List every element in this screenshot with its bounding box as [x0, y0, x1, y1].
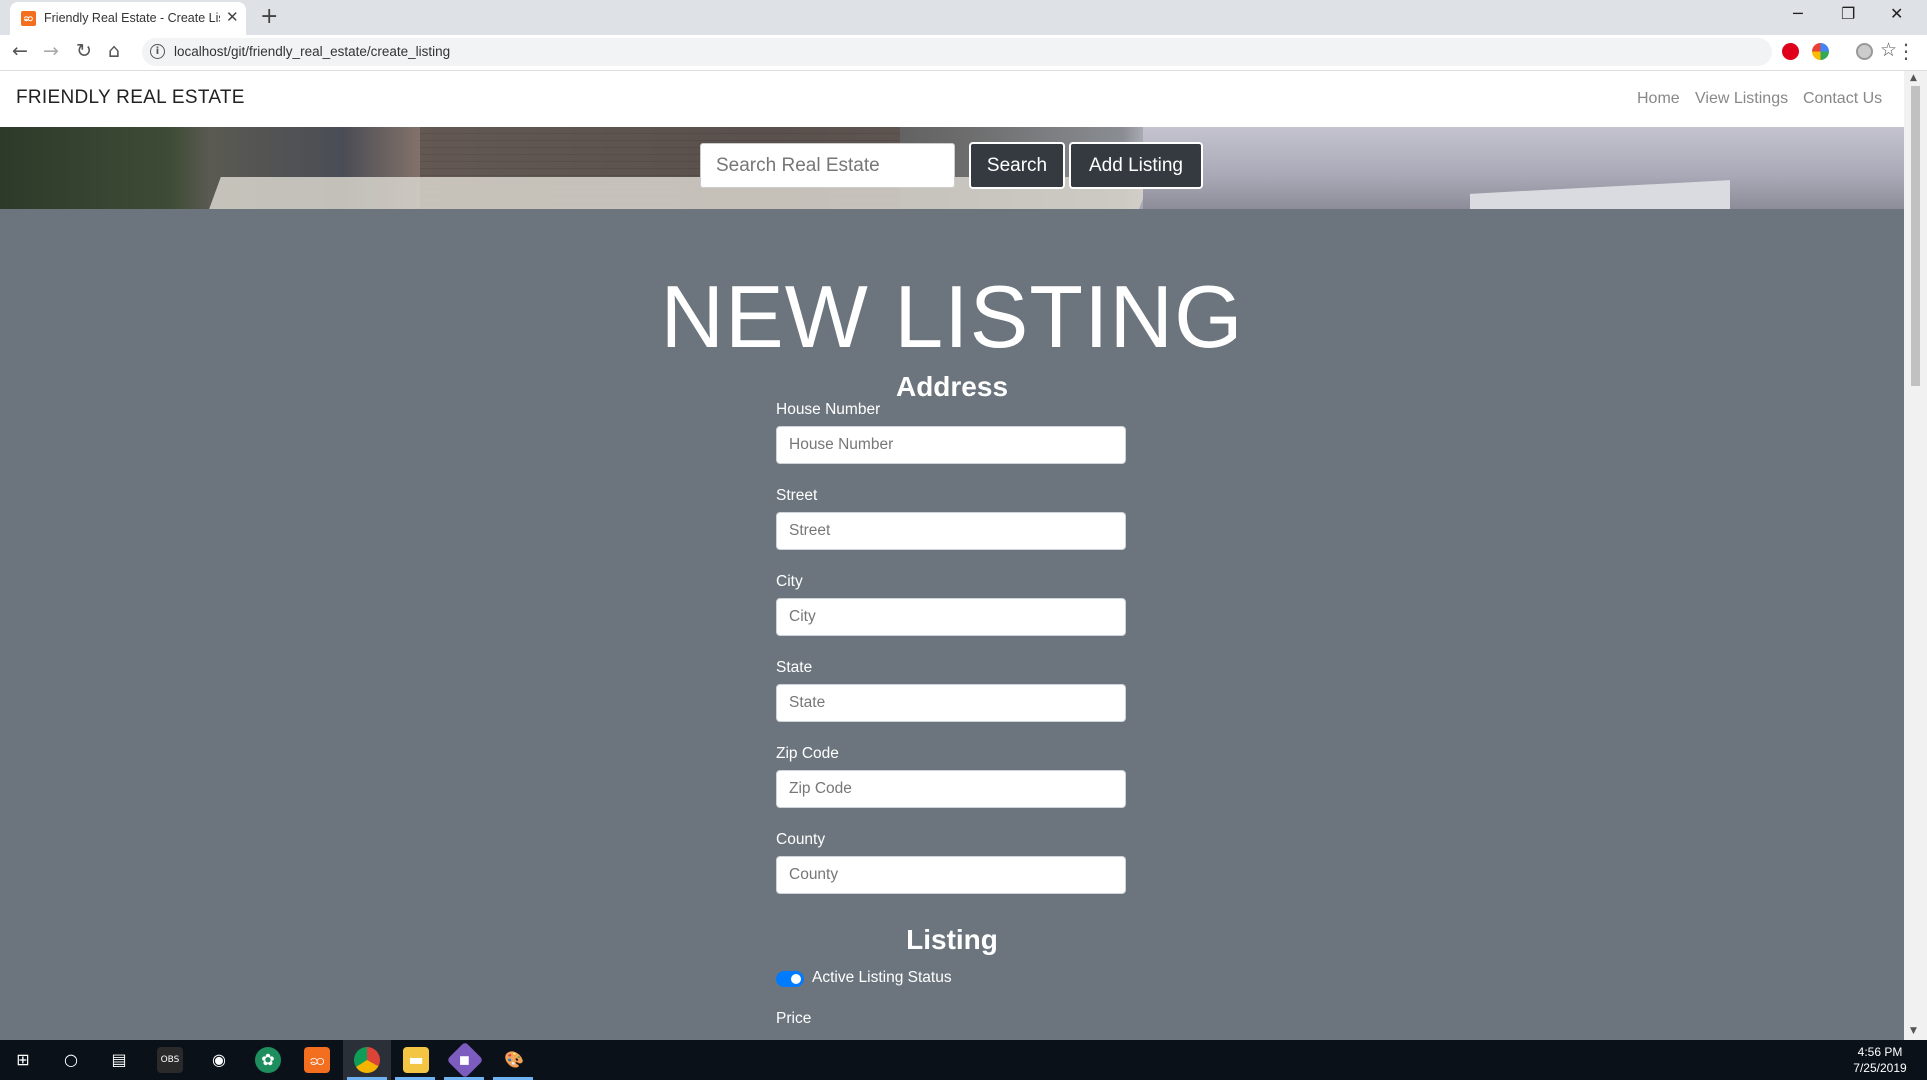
windows-taskbar: ⊞ ○ ▤ OBS ◉ ✿ ဆ ▬ ◆ 🎨 4:56 PM 7/25/2019: [0, 1040, 1927, 1080]
street-label: Street: [776, 487, 818, 504]
zip-code-label: Zip Code: [776, 745, 839, 762]
system-clock[interactable]: 4:56 PM 7/25/2019: [1840, 1044, 1920, 1076]
clock-time: 4:56 PM: [1857, 1045, 1903, 1059]
hero-banner: Search Add Listing: [0, 127, 1904, 209]
forward-icon[interactable]: →: [43, 40, 59, 62]
search-input[interactable]: [700, 143, 955, 188]
nav-link-contact-us[interactable]: Contact Us: [1803, 90, 1882, 108]
page-viewport: FRIENDLY REAL ESTATE Home View Listings …: [0, 71, 1904, 1040]
street-input[interactable]: [776, 512, 1126, 550]
site-brand[interactable]: FRIENDLY REAL ESTATE: [16, 87, 245, 109]
house-number-label: House Number: [776, 401, 881, 418]
back-icon[interactable]: ←: [12, 40, 28, 62]
street-field-group: Street: [776, 487, 1126, 573]
close-window-button[interactable]: ✕: [1890, 4, 1903, 23]
price-label: Price: [776, 1010, 812, 1027]
city-input[interactable]: [776, 598, 1126, 636]
active-listing-label[interactable]: Active Listing Status: [812, 969, 952, 987]
minimize-button[interactable]: ─: [1793, 4, 1803, 23]
opera-extension-icon[interactable]: [1782, 43, 1799, 60]
scroll-down-arrow-icon[interactable]: ▼: [1910, 1026, 1917, 1036]
restore-button[interactable]: ❐: [1841, 4, 1855, 23]
info-icon[interactable]: i: [150, 44, 165, 59]
bookmark-star-icon[interactable]: ☆: [1880, 39, 1897, 61]
new-tab-button[interactable]: +: [260, 4, 278, 29]
gitkraken-icon[interactable]: ✿: [255, 1047, 281, 1073]
nav-link-home[interactable]: Home: [1637, 90, 1680, 108]
scrollbar-thumb[interactable]: [1911, 86, 1920, 386]
windows-start-icon[interactable]: ⊞: [10, 1047, 36, 1073]
xampp-favicon-icon: ဆ: [21, 11, 36, 26]
city-label: City: [776, 573, 803, 590]
browser-tab[interactable]: ဆ Friendly Real Estate - Create Listing …: [10, 2, 246, 35]
xampp-icon[interactable]: ဆ: [304, 1047, 330, 1073]
chrome-icon[interactable]: [354, 1047, 380, 1073]
task-view-icon[interactable]: ▤: [106, 1047, 132, 1073]
add-listing-button[interactable]: Add Listing: [1069, 142, 1203, 189]
toggle-knob: [791, 974, 801, 984]
mixed-reality-icon[interactable]: ◉: [206, 1047, 232, 1073]
county-field-group: County: [776, 831, 1126, 917]
active-listing-toggle[interactable]: [776, 971, 804, 987]
obs-studio-icon[interactable]: OBS: [157, 1047, 183, 1073]
url-text[interactable]: localhost/git/friendly_real_estate/creat…: [174, 44, 450, 59]
county-label: County: [776, 831, 826, 848]
house-number-field-group: House Number: [776, 401, 1126, 487]
zip-code-field-group: Zip Code: [776, 745, 1126, 831]
browser-tab-bar: ဆ Friendly Real Estate - Create Listing …: [0, 0, 1927, 35]
scroll-up-arrow-icon[interactable]: ▲: [1910, 73, 1917, 83]
house-number-input[interactable]: [776, 426, 1126, 464]
file-explorer-icon[interactable]: ▬: [403, 1047, 429, 1073]
county-input[interactable]: [776, 856, 1126, 894]
zip-code-input[interactable]: [776, 770, 1126, 808]
city-field-group: City: [776, 573, 1126, 659]
state-field-group: State: [776, 659, 1126, 745]
address-form: House Number Street City State Zip Code …: [776, 401, 1126, 917]
browser-toolbar: ← → ↻ ⌂ i localhost/git/friendly_real_es…: [0, 35, 1927, 71]
address-bar[interactable]: i localhost/git/friendly_real_estate/cre…: [142, 38, 1897, 66]
git-diamond-icon[interactable]: ◆: [446, 1041, 484, 1079]
page-scrollbar[interactable]: ▲ ▼: [1904, 71, 1927, 1040]
tab-close-icon[interactable]: ✕: [226, 8, 239, 26]
clock-date: 7/25/2019: [1853, 1061, 1907, 1075]
cortana-search-icon[interactable]: ○: [58, 1047, 84, 1073]
listing-heading: Listing: [906, 924, 998, 955]
reload-icon[interactable]: ↻: [76, 40, 92, 62]
paint-palette-icon[interactable]: 🎨: [501, 1047, 527, 1073]
search-button[interactable]: Search: [969, 142, 1065, 189]
address-heading: Address: [895, 371, 1009, 402]
tab-title: Friendly Real Estate - Create Listing: [44, 11, 220, 25]
profile-avatar-icon[interactable]: [1856, 43, 1873, 60]
state-input[interactable]: [776, 684, 1126, 722]
color-extension-icon[interactable]: [1812, 43, 1829, 60]
page-title: NEW LISTING: [660, 267, 1244, 366]
browser-menu-icon[interactable]: ⋮: [1896, 39, 1916, 63]
state-label: State: [776, 659, 813, 676]
nav-link-view-listings[interactable]: View Listings: [1695, 90, 1788, 108]
home-icon[interactable]: ⌂: [108, 40, 120, 62]
site-navbar: FRIENDLY REAL ESTATE Home View Listings …: [0, 71, 1904, 127]
